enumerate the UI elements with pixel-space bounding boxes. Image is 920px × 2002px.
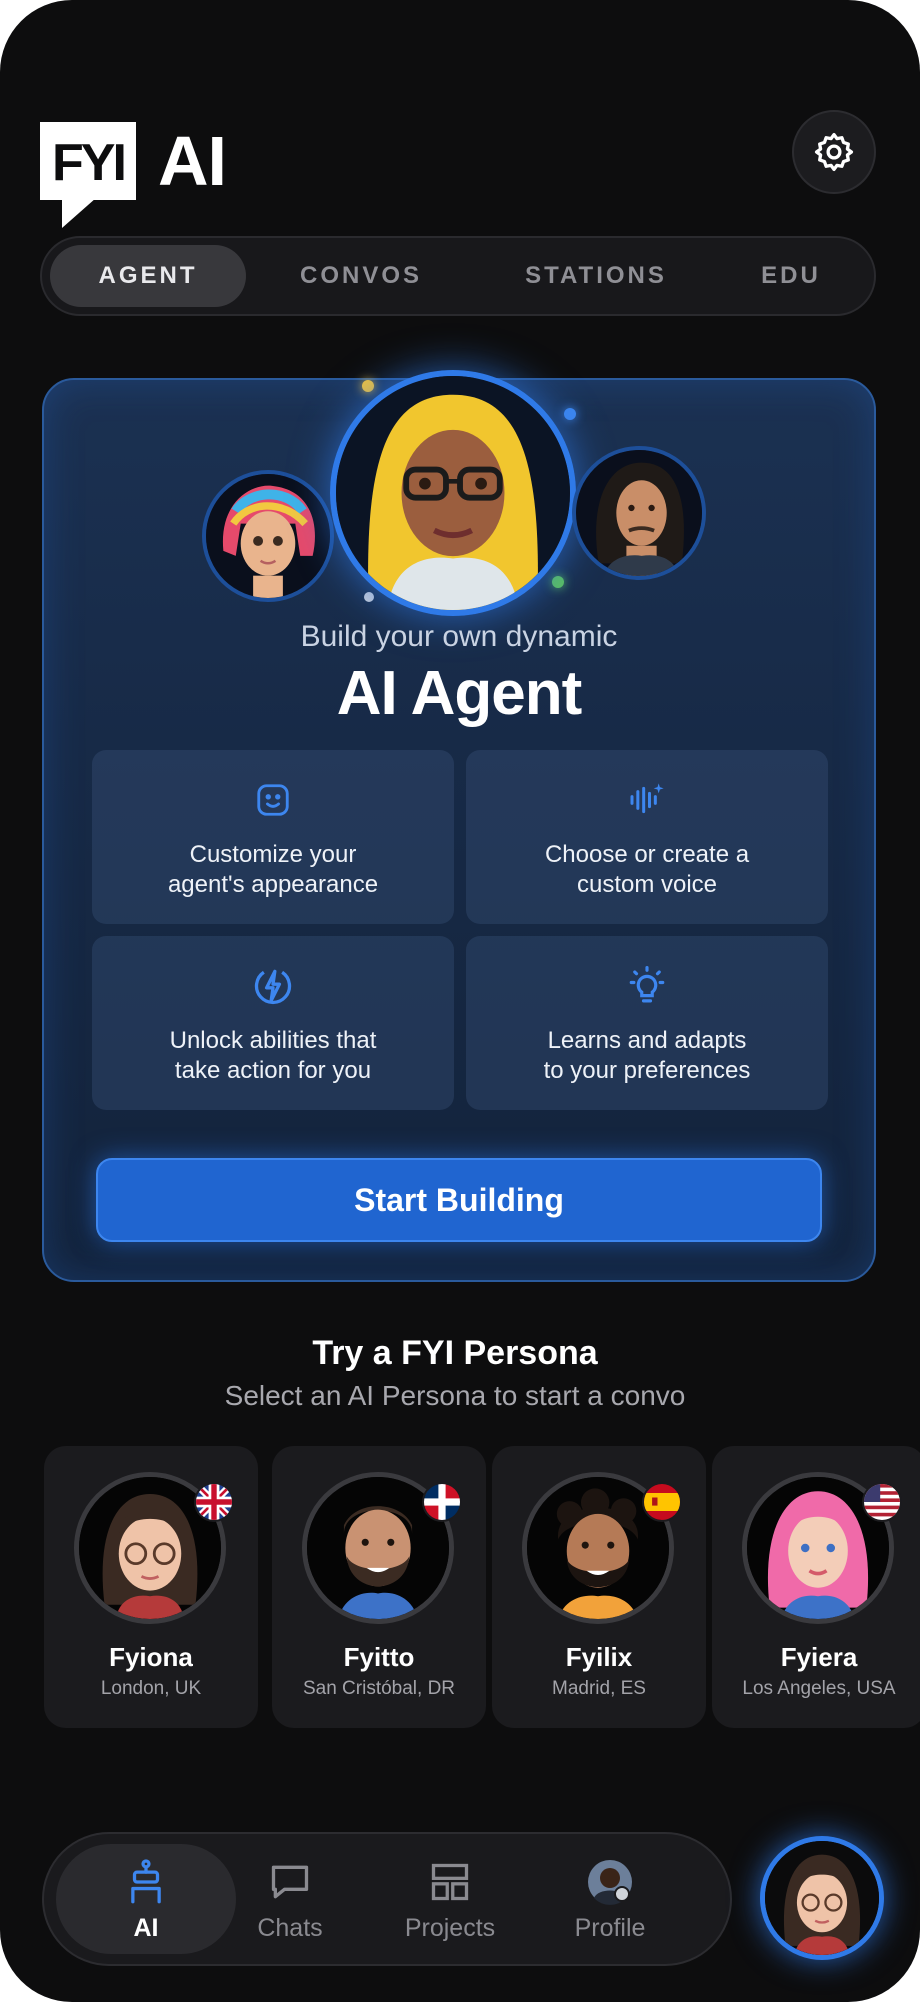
tab-agent[interactable]: AGENT [50, 245, 246, 307]
feature-text: Unlock abilities that take action for yo… [169, 1027, 377, 1084]
persona-card-fyiona[interactable]: Fyiona London, UK [44, 1446, 258, 1728]
hero-title: AI Agent [336, 659, 583, 728]
tab-convos[interactable]: CONVOS [246, 245, 476, 307]
persona-name: Fyilix [565, 1642, 633, 1672]
voice-wave-icon [625, 778, 669, 822]
feature-learning[interactable]: Learns and adapts to your preferences [466, 936, 828, 1110]
usa-flag-icon [862, 1482, 902, 1522]
lightning-icon [251, 964, 295, 1008]
persona-name: Fyiera [780, 1642, 858, 1672]
persona-section-subtitle: Select an AI Persona to start a convo [224, 1380, 686, 1411]
persona-section-title: Try a FYI Persona [312, 1334, 598, 1372]
persona-card-fyiera[interactable]: Fyiera Los Angeles, USA [712, 1446, 920, 1728]
feature-abilities[interactable]: Unlock abilities that take action for yo… [92, 936, 454, 1110]
hero-subtitle: Build your own dynamic [300, 620, 618, 653]
bottom-navigation: AI Chats Projects Profile [42, 1832, 732, 1966]
agent-builder-card: Build your own dynamic AI Agent Customiz… [42, 370, 876, 1282]
logo-badge: FYI [40, 122, 136, 228]
rainbow-hair-avatar [202, 470, 334, 602]
nav-label: Chats [257, 1914, 323, 1942]
chat-bubble-icon [266, 1858, 314, 1906]
persona-name: Fyiona [109, 1642, 193, 1672]
nav-ai[interactable]: AI [56, 1844, 236, 1954]
nav-label: AI [133, 1914, 159, 1942]
tab-edu[interactable]: EDU [716, 245, 866, 307]
persona-location: Madrid, ES [552, 1678, 646, 1699]
nav-label: Profile [574, 1914, 646, 1942]
start-building-button[interactable]: Start Building [96, 1158, 822, 1242]
lightbulb-icon [625, 964, 669, 1008]
gear-icon [814, 132, 854, 172]
nav-projects[interactable]: Projects [370, 1844, 530, 1954]
persona-name: Fyitto [343, 1642, 415, 1672]
uk-flag-icon [194, 1482, 234, 1522]
nav-label: Projects [404, 1914, 496, 1942]
agent-voice-button[interactable] [760, 1836, 884, 1960]
tab-stations[interactable]: STATIONS [476, 245, 716, 307]
long-hair-man-avatar [572, 446, 706, 580]
projects-grid-icon [426, 1858, 474, 1906]
persona-location: London, UK [100, 1678, 202, 1699]
logo-badge-text: FYI [52, 134, 127, 192]
feature-appearance[interactable]: Customize your agent's appearance [92, 750, 454, 924]
top-tab-bar: AGENT CONVOS STATIONS EDU [40, 236, 876, 316]
agent-avatar-cluster [44, 350, 874, 616]
dominican-flag-icon [422, 1482, 462, 1522]
feature-text: Choose or create a custom voice [544, 841, 750, 898]
smiley-icon [251, 778, 295, 822]
persona-card-fyilix[interactable]: Fyilix Madrid, ES [492, 1446, 706, 1728]
agent-avatar-icon [765, 1841, 879, 1955]
logo-ai-text: AI [158, 122, 227, 200]
nav-chats[interactable]: Chats [210, 1844, 370, 1954]
feature-voice[interactable]: Choose or create a custom voice [466, 750, 828, 924]
persona-carousel[interactable]: Fyiona London, UK Fyitto San Cristóbal, … [44, 1446, 920, 1730]
persona-location: San Cristóbal, DR [302, 1678, 456, 1699]
fyi-ai-logo: FYI AI [40, 122, 227, 228]
profile-avatar-icon [586, 1858, 634, 1906]
feature-grid: Customize your agent's appearance Choose… [92, 750, 828, 1110]
persona-card-fyitto[interactable]: Fyitto San Cristóbal, DR [272, 1446, 486, 1728]
robot-icon [122, 1858, 170, 1906]
nav-profile[interactable]: Profile [530, 1844, 690, 1954]
settings-button[interactable] [792, 110, 876, 194]
persona-location: Los Angeles, USA [742, 1678, 896, 1699]
header: FYI AI [40, 110, 876, 228]
featured-agent-avatar [330, 370, 576, 616]
spain-flag-icon [642, 1482, 682, 1522]
app-screen: FYI AI AGENT CONVOS STATIONS EDU Build y… [0, 0, 920, 2002]
feature-text: Customize your agent's appearance [167, 841, 379, 898]
feature-text: Learns and adapts to your preferences [543, 1027, 751, 1084]
